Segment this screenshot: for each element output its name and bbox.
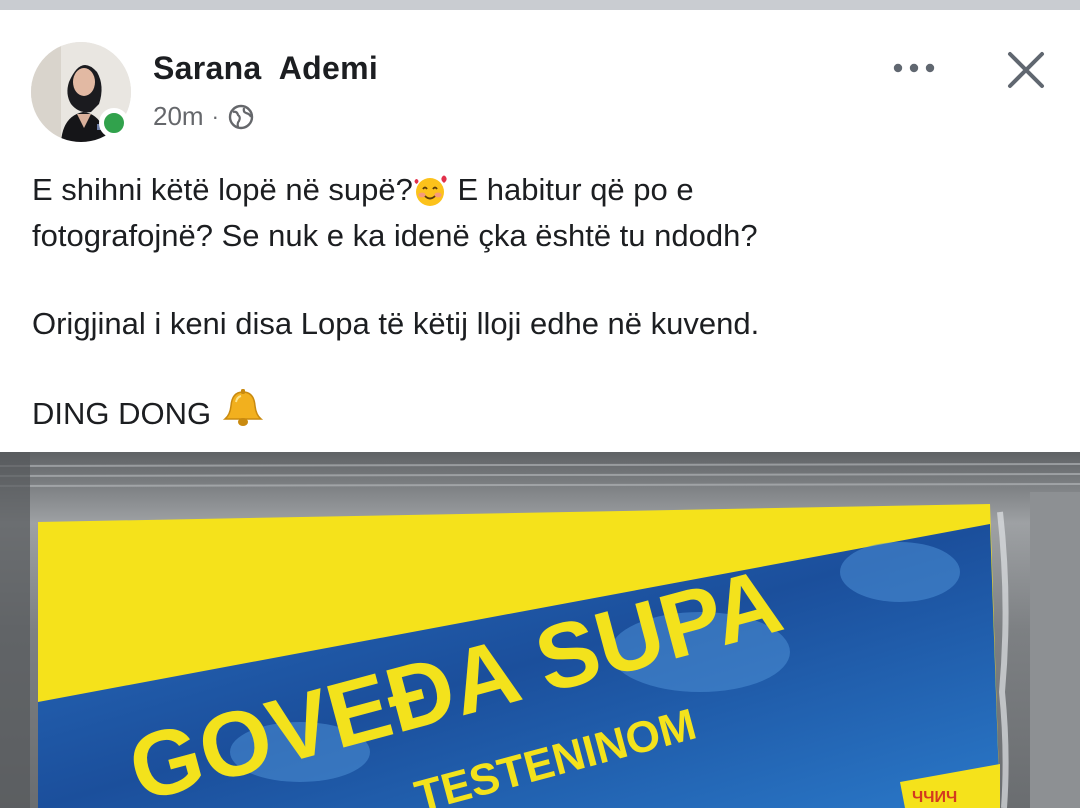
- photo-corner-text: ЧЧИЧ: [912, 789, 957, 806]
- post-paragraph-2: Origjinal i keni disa Lopa të këtij lloj…: [32, 306, 760, 341]
- post-meta: 20m ·: [153, 101, 255, 132]
- post-text-line1b: E habitur që po e: [448, 172, 694, 207]
- post-text: E shihni këtë lopë në supë? E habitur që…: [32, 168, 1062, 258]
- post-text-line2: fotografojnë? Se nuk e ka idenë çka ësht…: [32, 217, 758, 253]
- meta-separator: ·: [211, 103, 219, 129]
- online-status-dot: [99, 108, 129, 138]
- bell-icon: [220, 388, 266, 440]
- top-divider: [0, 0, 1080, 10]
- more-options-button[interactable]: [888, 48, 940, 88]
- author-name[interactable]: Sarana Ademi: [153, 50, 378, 87]
- post-text-line1a: E shihni këtë lopë në supë?: [32, 172, 413, 207]
- more-horizontal-icon: [893, 63, 935, 73]
- post-photo[interactable]: GOVEĐA SUPA TESTENINOM ЧЧИЧ: [0, 452, 1080, 808]
- post-paragraph-3-text: DING DONG: [32, 396, 220, 431]
- close-icon: [1008, 52, 1044, 88]
- smiling-face-with-hearts-icon: [413, 170, 449, 214]
- post-paragraph-3: DING DONG: [32, 388, 266, 440]
- post-time[interactable]: 20m: [153, 101, 204, 132]
- close-button[interactable]: [1000, 44, 1052, 96]
- globe-icon[interactable]: [227, 103, 255, 131]
